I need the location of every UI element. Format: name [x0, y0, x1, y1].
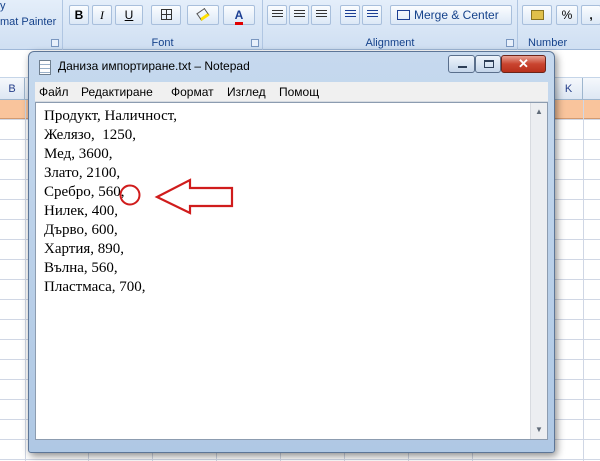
minimize-icon — [458, 66, 467, 68]
vertical-scrollbar[interactable]: ▲ ▼ — [530, 103, 547, 439]
notepad-icon[interactable] — [39, 60, 51, 75]
menu-file[interactable]: Файл — [39, 85, 69, 99]
ribbon-clip-text: y — [0, 0, 6, 12]
fill-color-button[interactable] — [187, 5, 219, 25]
align-right-icon — [315, 10, 327, 19]
text-line: Желязо, 1250, — [44, 127, 137, 143]
font-group-label: Font — [151, 37, 174, 49]
alignment-launcher-icon[interactable] — [506, 39, 514, 47]
grid-column-line — [583, 100, 584, 461]
column-header-k[interactable]: K — [555, 78, 583, 100]
italic-button[interactable]: I — [92, 5, 112, 25]
notepad-menubar: Файл Редактиране Формат Изглед Помощ — [35, 82, 548, 102]
increase-indent-button[interactable] — [362, 5, 382, 25]
text-line: Дърво, 600, — [44, 222, 118, 238]
text-line: Злато, 2100, — [44, 165, 121, 181]
font-group: B I U A Font — [63, 0, 263, 50]
borders-button[interactable] — [151, 5, 181, 25]
align-right-button[interactable] — [311, 5, 331, 25]
notepad-text-content: Продукт, Наличност, Желязо, 1250, Мед, 3… — [44, 107, 177, 297]
alignment-group: Merge & Center Alignment — [263, 0, 518, 50]
align-center-button[interactable] — [289, 5, 309, 25]
decrease-indent-icon — [344, 10, 356, 19]
text-line: Нилек, 400, — [44, 203, 119, 219]
excel-ribbon: y mat Painter B I U A Font Merge & Cente… — [0, 0, 600, 50]
bold-button[interactable]: B — [69, 5, 89, 25]
currency-icon — [530, 10, 544, 20]
font-color-button[interactable]: A — [223, 5, 255, 25]
close-icon: ✕ — [518, 56, 529, 71]
number-group-label: Number — [528, 37, 568, 49]
minimize-button[interactable] — [448, 55, 475, 73]
notepad-title: Даниза импортиране.txt – Notepad — [58, 59, 250, 73]
font-launcher-icon[interactable] — [251, 39, 259, 47]
menu-help[interactable]: Помощ — [279, 85, 319, 99]
merge-center-button[interactable]: Merge & Center — [390, 5, 512, 25]
merge-center-icon — [397, 10, 410, 20]
align-left-button[interactable] — [267, 5, 287, 25]
align-center-icon — [293, 10, 305, 19]
accounting-format-button[interactable] — [522, 5, 552, 25]
text-line: Хартия, 890, — [44, 241, 125, 257]
comma-style-button[interactable]: , — [581, 5, 600, 25]
clipboard-group: y mat Painter — [0, 0, 63, 50]
scroll-down-icon[interactable]: ▼ — [532, 422, 546, 438]
font-color-icon: A — [234, 9, 244, 25]
text-line: Мед, 3600, — [44, 146, 113, 162]
clipboard-launcher-icon[interactable] — [51, 39, 59, 47]
grid-column-line — [25, 100, 26, 461]
column-header-b[interactable]: B — [0, 78, 25, 100]
menu-view[interactable]: Изглед — [227, 85, 266, 99]
text-line: Вълна, 560, — [44, 260, 118, 276]
notepad-text-area[interactable]: Продукт, Наличност, Желязо, 1250, Мед, 3… — [35, 102, 548, 440]
comma-style-icon: , — [589, 8, 593, 22]
alignment-group-label: Alignment — [365, 37, 415, 49]
close-button[interactable]: ✕ — [501, 55, 546, 73]
menu-edit[interactable]: Редактиране — [81, 85, 153, 99]
text-line: Продукт, Наличност, — [44, 108, 177, 124]
merge-center-label: Merge & Center — [414, 8, 499, 22]
percent-button[interactable]: % — [556, 5, 578, 25]
text-line: Сребро, 560, — [44, 184, 125, 200]
align-left-icon — [271, 10, 283, 19]
number-group: % , Number — [518, 0, 600, 50]
underline-button[interactable]: U — [115, 5, 143, 25]
scroll-up-icon[interactable]: ▲ — [532, 104, 546, 120]
format-painter-button[interactable]: mat Painter — [0, 16, 56, 28]
paint-bucket-icon — [196, 7, 210, 22]
notepad-window: Даниза импортиране.txt – Notepad ✕ Файл … — [28, 51, 555, 453]
notepad-titlebar[interactable]: Даниза импортиране.txt – Notepad ✕ — [29, 52, 554, 82]
text-line: Пластмаса, 700, — [44, 279, 146, 295]
increase-indent-icon — [366, 10, 378, 19]
maximize-icon — [484, 60, 494, 68]
decrease-indent-button[interactable] — [340, 5, 360, 25]
maximize-button[interactable] — [475, 55, 501, 73]
borders-icon — [160, 9, 172, 20]
menu-format[interactable]: Формат — [171, 85, 214, 99]
